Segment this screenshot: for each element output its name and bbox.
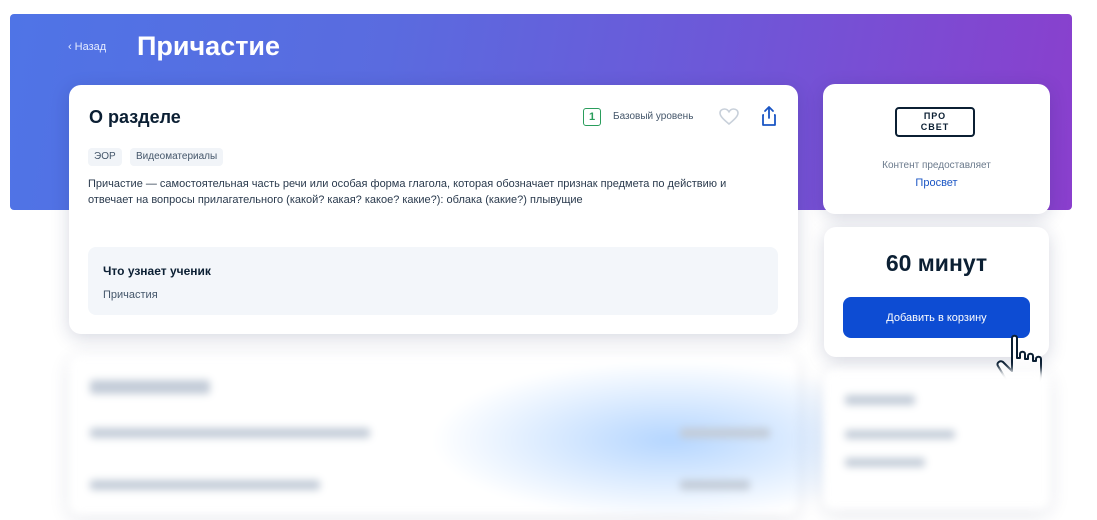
provider-logo-line2: СВЕТ: [920, 122, 950, 132]
learn-item: Причастия: [103, 289, 158, 301]
blurred-line: [90, 380, 210, 394]
duration-label: 60 минут: [885, 250, 988, 276]
heart-icon[interactable]: [719, 108, 739, 126]
provider-logo-line1: ПРО: [923, 111, 947, 121]
level-badge: 1: [583, 108, 601, 126]
section-description: Причастие — самостоятельная часть речи и…: [88, 178, 727, 206]
blurred-line: [90, 480, 320, 490]
page-title: Причастие: [137, 31, 281, 61]
provider-logo: ПРО СВЕТ: [895, 107, 975, 137]
about-title: О разделе: [89, 107, 181, 127]
tag-eor: ЭОР: [88, 148, 122, 166]
provider-card: [823, 84, 1050, 214]
blurred-content: [0, 340, 1097, 520]
back-link[interactable]: ‹ Назад: [68, 41, 106, 53]
level-label: Базовый уровень: [613, 111, 694, 122]
blurred-line: [845, 458, 925, 467]
blurred-line: [90, 428, 370, 438]
blurred-side-card: [823, 370, 1050, 510]
blurred-line: [680, 428, 770, 438]
blurred-line: [845, 395, 915, 405]
learn-title: Что узнает ученик: [103, 264, 211, 278]
blurred-line: [680, 480, 750, 490]
learn-box: [88, 247, 778, 315]
blurred-line: [845, 430, 955, 439]
provider-caption: Контент предоставляет: [882, 160, 991, 171]
share-icon[interactable]: [760, 105, 778, 127]
tag-video: Видеоматериалы: [130, 148, 224, 166]
chevron-left-icon: ‹: [68, 41, 72, 53]
provider-link[interactable]: Просвет: [823, 177, 1050, 189]
back-label: Назад: [74, 41, 107, 53]
